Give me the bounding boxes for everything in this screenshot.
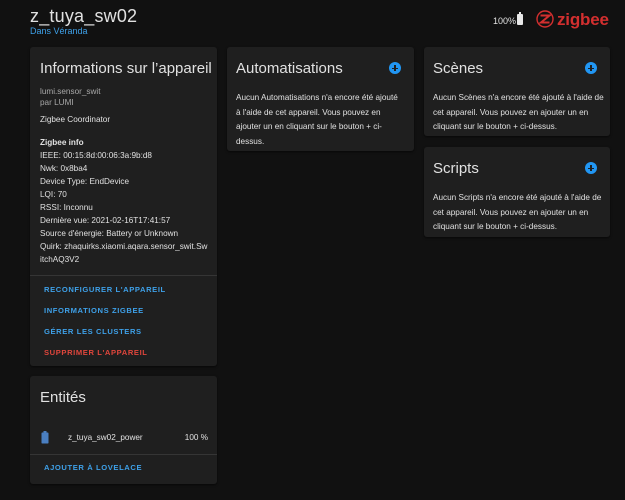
rssi-value: RSSI: Inconnu: [40, 203, 93, 212]
scenes-text-line: Aucun Scènes n'a encore été ajouté à l'a…: [433, 93, 604, 102]
device-info-card: Informations sur l’appareil lumi.sensor_…: [30, 47, 217, 366]
battery-icon: [41, 431, 49, 444]
device-manufacturer: par LUMI: [40, 98, 74, 107]
delete-device-button[interactable]: SUPPRIMER L'APPAREIL: [44, 348, 148, 357]
add-to-lovelace-button[interactable]: AJOUTER À LOVELACE: [44, 463, 142, 472]
lqi-value: LQI: 70: [40, 190, 67, 199]
entities-card: Entités z_tuya_sw02_power 100 % AJOUTER …: [30, 376, 217, 484]
nwk-address: Nwk: 0x8ba4: [40, 164, 88, 173]
device-type: Device Type: EndDevice: [40, 177, 130, 186]
power-source: Source d'énergie: Battery or Unknown: [40, 229, 179, 238]
page-title: z_tuya_sw02: [30, 6, 138, 26]
automations-heading: Automatisations: [236, 60, 343, 77]
scripts-text-line: cet appareil. Vous pouvez en ajouter un …: [433, 207, 589, 217]
quirk-line-2: itchAQ3V2: [40, 255, 80, 264]
entity-row[interactable]: z_tuya_sw02_power 100 %: [30, 429, 217, 447]
scenes-text-line: cliquant sur le bouton + ci-dessus.: [433, 122, 558, 132]
entity-name: z_tuya_sw02_power: [68, 433, 143, 442]
scripts-text-line: Aucun Scripts n'a encore été ajouté à l'…: [433, 193, 602, 202]
reconfigure-button[interactable]: RECONFIGURER L'APPAREIL: [44, 285, 166, 294]
automations-text-line: ajouter un en cliquant sur le bouton + c…: [236, 122, 382, 132]
ieee-address: IEEE: 00:15:8d:00:06:3a:9b:d8: [40, 151, 152, 160]
zigbee-brand: zigbee: [557, 10, 609, 29]
battery-level: 100%: [493, 16, 517, 26]
zigbee-logo-icon: [536, 10, 554, 28]
last-seen: Dernière vue: 2021-02-16T17:41:57: [40, 216, 171, 225]
divider: [30, 275, 217, 276]
entity-state: 100 %: [184, 433, 208, 442]
device-coordinator: Zigbee Coordinator: [40, 115, 111, 124]
battery-icon: [517, 12, 523, 25]
scenes-empty-text: Aucun Scènes n'a encore été ajouté à l'a…: [433, 91, 604, 135]
add-script-icon[interactable]: [585, 162, 597, 174]
area-link[interactable]: Dans Véranda: [30, 26, 88, 36]
manage-clusters-button[interactable]: GÉRER LES CLUSTERS: [44, 327, 142, 336]
automations-text-line: dessus.: [236, 136, 265, 146]
scripts-card: Scripts Aucun Scripts n'a encore été ajo…: [424, 147, 610, 237]
divider: [30, 454, 217, 455]
scenes-heading: Scènes: [433, 60, 484, 77]
add-scene-icon[interactable]: [585, 62, 597, 74]
scripts-heading: Scripts: [433, 160, 479, 177]
device-info-heading: Informations sur l’appareil: [40, 60, 212, 77]
automations-text-line: à l'aide de cet appareil. Vous pouvez en: [236, 107, 381, 117]
quirk-line-1: Quirk: zhaquirks.xiaomi.aqara.sensor_swi…: [40, 242, 208, 251]
scripts-empty-text: Aucun Scripts n'a encore été ajouté à l'…: [433, 191, 601, 235]
zigbee-info-heading: Zigbee info: [40, 138, 84, 147]
automations-card: Automatisations Aucun Automatisations n'…: [227, 47, 414, 151]
scenes-text-line: cet appareil. Vous pouvez en ajouter un …: [433, 107, 589, 117]
scripts-text-line: cliquant sur le bouton + ci-dessus.: [433, 222, 558, 232]
zigbee-info-button[interactable]: INFORMATIONS ZIGBEE: [44, 306, 144, 315]
scenes-card: Scènes Aucun Scènes n'a encore été ajout…: [424, 47, 610, 136]
add-automation-icon[interactable]: [389, 62, 401, 74]
automations-text-line: Aucun Automatisations n'a encore été ajo…: [236, 93, 398, 102]
automations-empty-text: Aucun Automatisations n'a encore été ajo…: [236, 91, 398, 149]
entities-heading: Entités: [40, 389, 86, 406]
